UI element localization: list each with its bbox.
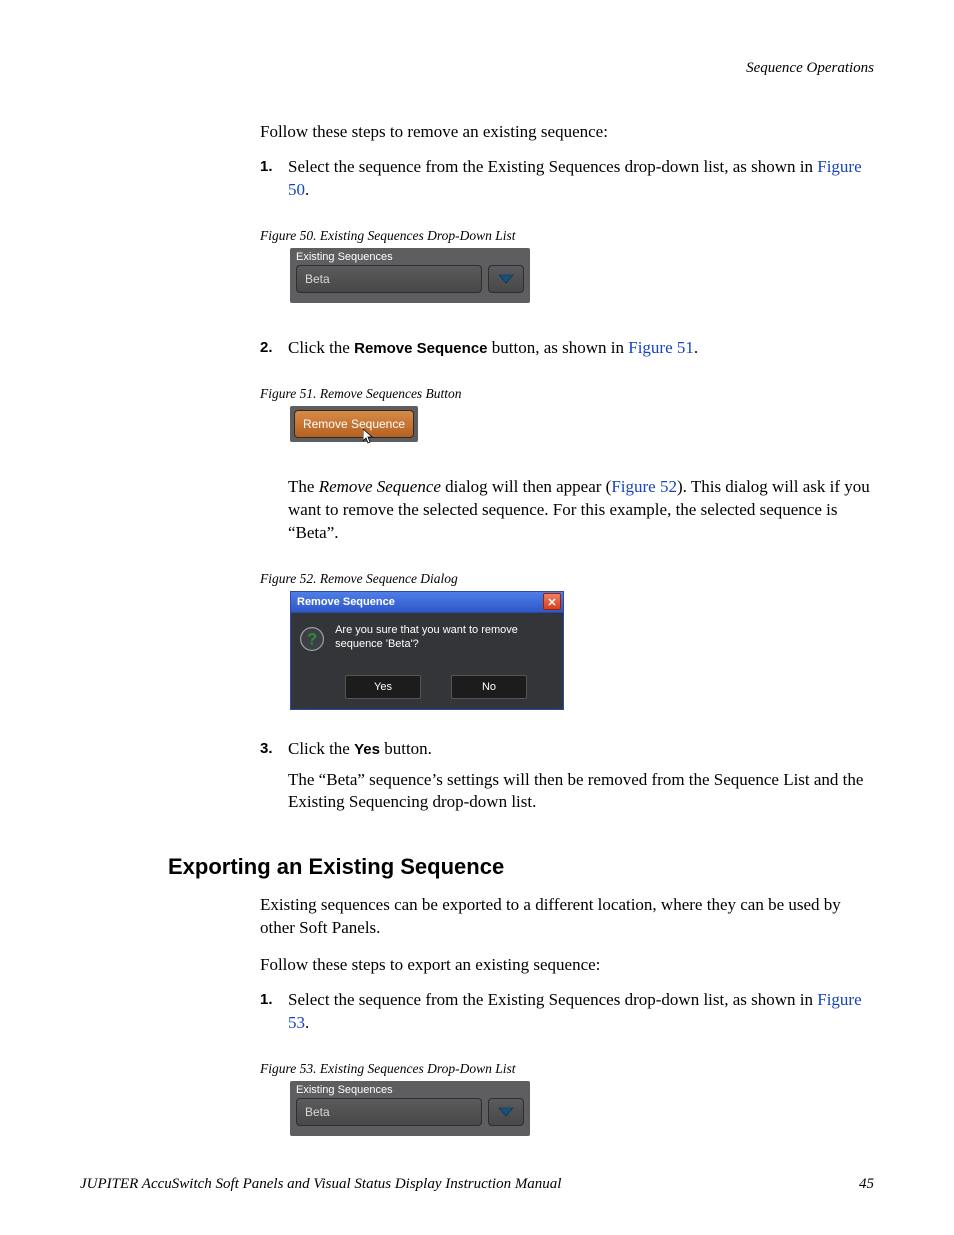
- chevron-down-icon: [498, 1107, 514, 1117]
- step-body: Select the sequence from the Existing Se…: [288, 156, 874, 202]
- figure-51-link[interactable]: Figure 51: [628, 338, 694, 357]
- step-number: 1.: [260, 156, 288, 177]
- remove-sequence-bold: Remove Sequence: [354, 340, 487, 357]
- figure-53-caption: Figure 53. Existing Sequences Drop-Down …: [260, 1061, 874, 1077]
- dropdown-toggle-button-2[interactable]: [488, 1098, 524, 1126]
- exporting-heading: Exporting an Existing Sequence: [168, 854, 874, 880]
- after-fig51-paragraph: The Remove Sequence dialog will then app…: [288, 476, 874, 545]
- remove-sequence-button-wrap: Remove Sequence: [290, 406, 418, 442]
- step-3: 3. Click the Yes button.: [260, 738, 874, 761]
- step-body: Select the sequence from the Existing Se…: [288, 989, 874, 1035]
- footer-title: JUPITER AccuSwitch Soft Panels and Visua…: [80, 1176, 561, 1193]
- dropdown-toggle-button[interactable]: [488, 265, 524, 293]
- step-number: 2.: [260, 337, 288, 358]
- figure-52-caption: Figure 52. Remove Sequence Dialog: [260, 571, 874, 587]
- existing-sequences-dropdown-2[interactable]: Beta: [296, 1098, 482, 1126]
- step-body: Click the Remove Sequence button, as sho…: [288, 337, 874, 360]
- step-number: 1.: [260, 989, 288, 1010]
- figure-51-caption: Figure 51. Remove Sequences Button: [260, 386, 874, 402]
- figure-50-caption: Figure 50. Existing Sequences Drop-Down …: [260, 228, 874, 244]
- dialog-titlebar: Remove Sequence: [290, 591, 564, 612]
- existing-sequences-label: Existing Sequences: [296, 250, 524, 265]
- page-footer: JUPITER AccuSwitch Soft Panels and Visua…: [80, 1176, 874, 1193]
- step-body: Click the Yes button.: [288, 738, 874, 761]
- close-icon: [548, 598, 556, 606]
- step-1: 1. Select the sequence from the Existing…: [260, 156, 874, 202]
- export-intro: Existing sequences can be exported to a …: [260, 894, 874, 940]
- question-icon: ?: [299, 623, 325, 655]
- remove-sequence-italic: Remove Sequence: [319, 477, 441, 496]
- figure-52-link[interactable]: Figure 52: [611, 477, 677, 496]
- export-follow: Follow these steps to export an existing…: [260, 954, 874, 977]
- yes-bold: Yes: [354, 741, 380, 758]
- intro-paragraph: Follow these steps to remove an existing…: [260, 121, 874, 144]
- step-2: 2. Click the Remove Sequence button, as …: [260, 337, 874, 360]
- existing-sequences-label-2: Existing Sequences: [296, 1083, 524, 1098]
- remove-sequence-button[interactable]: Remove Sequence: [294, 410, 414, 438]
- svg-text:?: ?: [307, 630, 317, 648]
- dialog-title: Remove Sequence: [297, 596, 395, 608]
- existing-sequences-panel: Existing Sequences Beta: [290, 248, 530, 303]
- remove-sequence-dialog: Remove Sequence ? Are you sure that you …: [290, 591, 564, 710]
- no-button[interactable]: No: [451, 675, 527, 699]
- running-header: Sequence Operations: [80, 60, 874, 77]
- export-step-1: 1. Select the sequence from the Existing…: [260, 989, 874, 1035]
- step-number: 3.: [260, 738, 288, 759]
- cursor-icon: [363, 429, 375, 445]
- dialog-close-button[interactable]: [543, 593, 561, 610]
- after-step3-paragraph: The “Beta” sequence’s settings will then…: [288, 769, 874, 815]
- yes-button[interactable]: Yes: [345, 675, 421, 699]
- dialog-message: Are you sure that you want to remove seq…: [335, 623, 555, 652]
- existing-sequences-panel-2: Existing Sequences Beta: [290, 1081, 530, 1136]
- chevron-down-icon: [498, 274, 514, 284]
- existing-sequences-dropdown[interactable]: Beta: [296, 265, 482, 293]
- page-number: 45: [859, 1176, 874, 1193]
